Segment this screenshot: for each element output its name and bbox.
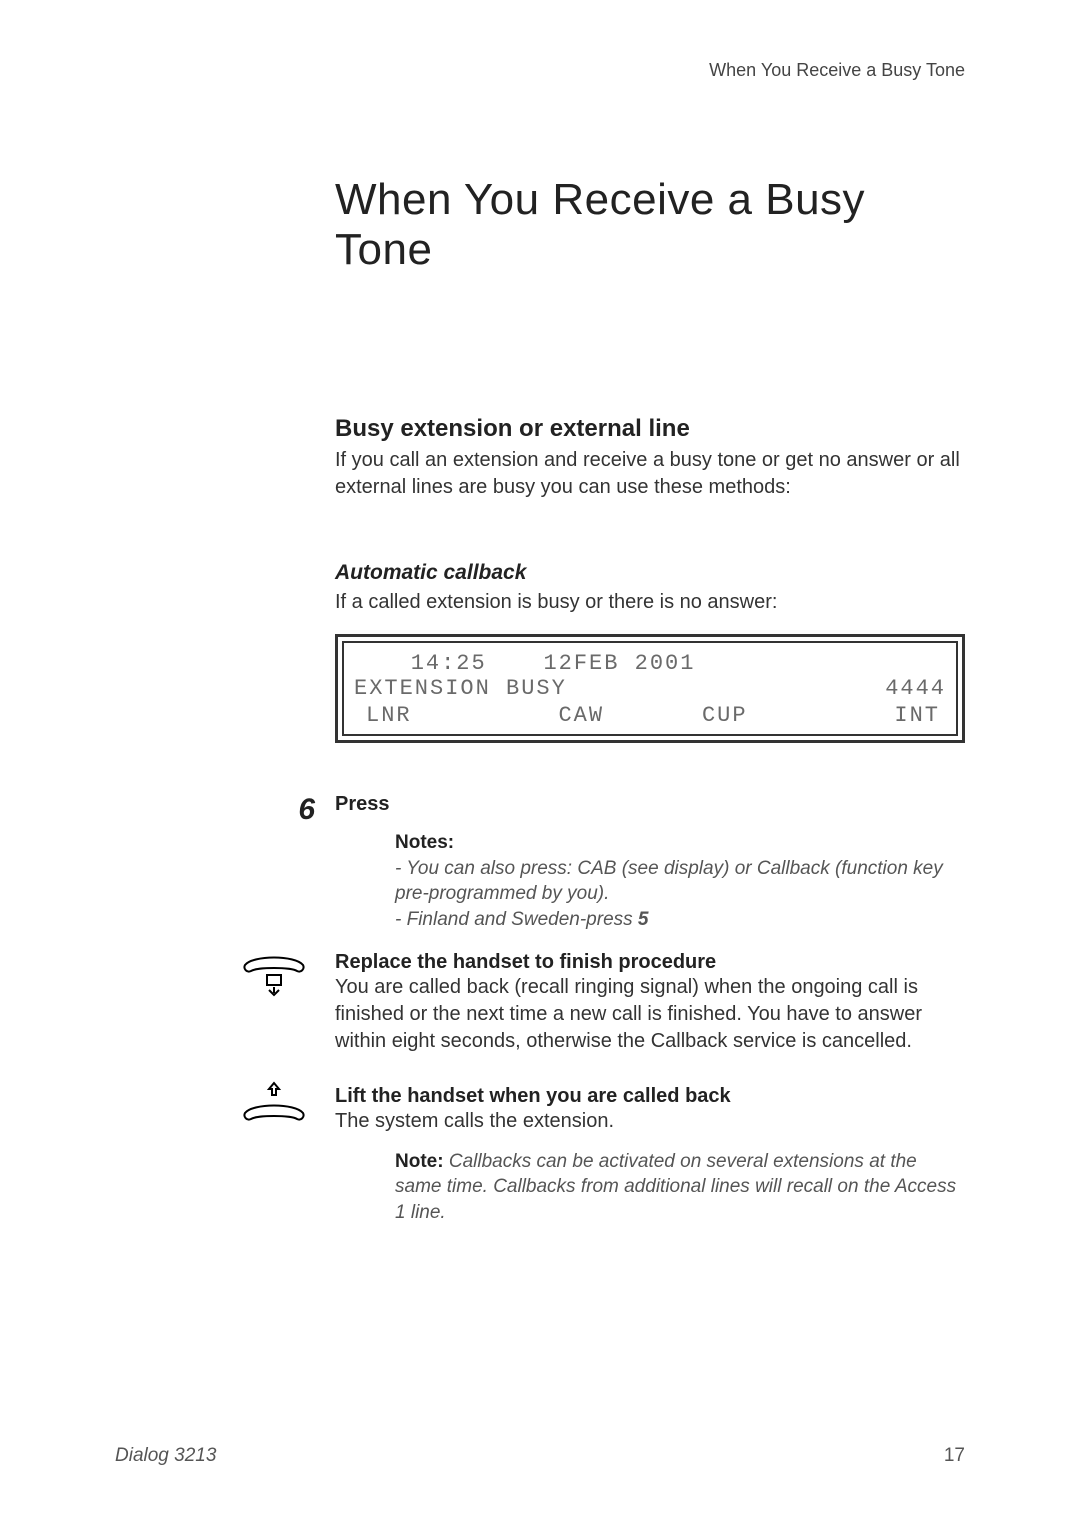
note-line-2: - Finland and Sweden-press 5 <box>395 907 965 933</box>
step-press-key: 6 <box>245 793 315 827</box>
step-replace: Replace the handset to finish procedure … <box>335 951 965 1055</box>
section-intro: If you call an extension and receive a b… <box>335 447 965 501</box>
lcd-softkey-lnr: LNR <box>354 703 510 728</box>
lcd-time: 14:25 <box>354 651 543 676</box>
lcd-softkey-cup: CUP <box>653 703 797 728</box>
lcd-row-datetime: 14:25 12FEB 2001 <box>354 651 946 676</box>
content-area: Busy extension or external line If you c… <box>335 415 965 1225</box>
key-digit-6: 6 <box>298 793 315 826</box>
step-lift: Lift the handset when you are called bac… <box>335 1085 965 1226</box>
step-lift-body: The system calls the extension. <box>335 1108 965 1135</box>
section-heading: Busy extension or external line <box>335 415 965 443</box>
note-label: Note: <box>395 1151 444 1172</box>
lcd-row-status: EXTENSION BUSY 4444 <box>354 676 946 701</box>
footer-page-number: 17 <box>944 1445 965 1467</box>
notes-label: Notes: <box>395 832 454 853</box>
running-head: When You Receive a Busy Tone <box>709 60 965 81</box>
step-press-notes: Notes: - You can also press: CAB (see di… <box>395 830 965 933</box>
step-press: 6 Press Notes: - You can also press: CAB… <box>335 793 965 933</box>
page: When You Receive a Busy Tone When You Re… <box>0 0 1080 1533</box>
step-lift-title: Lift the handset when you are called bac… <box>335 1085 965 1108</box>
phone-lcd-inner: 14:25 12FEB 2001 EXTENSION BUSY 4444 LNR… <box>342 641 958 736</box>
subsection-heading: Automatic callback <box>335 561 965 585</box>
handset-up-icon <box>233 1081 315 1136</box>
step-replace-title: Replace the handset to finish procedure <box>335 951 965 974</box>
subsection-intro: If a called extension is busy or there i… <box>335 589 965 616</box>
step-press-title: Press <box>335 793 965 816</box>
lcd-softkey-int: INT <box>797 703 947 728</box>
lcd-row-softkeys: LNR CAW CUP INT <box>354 703 946 728</box>
step-replace-body: You are called back (recall ringing sign… <box>335 974 965 1055</box>
key-digit-5: 5 <box>638 909 649 930</box>
phone-lcd: 14:25 12FEB 2001 EXTENSION BUSY 4444 LNR… <box>335 634 965 743</box>
lcd-status: EXTENSION BUSY <box>354 676 709 701</box>
lcd-date: 12FEB 2001 <box>543 651 780 676</box>
step-lift-note: Note: Callbacks can be activated on seve… <box>395 1149 965 1226</box>
note-line-2-prefix: - Finland and Sweden-press <box>395 909 638 930</box>
chapter-title: When You Receive a Busy Tone <box>335 175 965 275</box>
note-line-1: - You can also press: CAB (see display) … <box>395 856 965 907</box>
footer-model: Dialog 3213 <box>115 1445 216 1467</box>
handset-down-icon <box>233 947 315 1002</box>
lcd-extension: 4444 <box>709 676 946 701</box>
note-body: Callbacks can be activated on several ex… <box>395 1151 956 1223</box>
lcd-softkey-caw: CAW <box>510 703 654 728</box>
